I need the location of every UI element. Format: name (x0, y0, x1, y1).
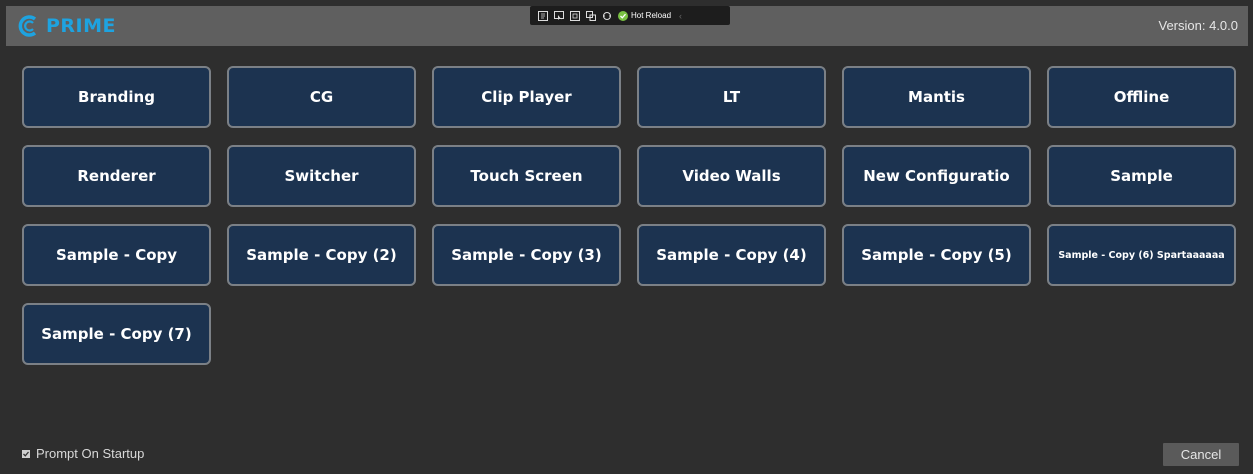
display-layout-adorners-icon[interactable] (570, 10, 580, 21)
hot-reload-check-icon (618, 10, 628, 21)
prompt-on-startup-label: Prompt On Startup (36, 446, 145, 461)
configuration-button[interactable]: Sample (1047, 145, 1236, 207)
hot-reload-label[interactable]: Hot Reload (631, 11, 671, 20)
configuration-button[interactable]: Video Walls (637, 145, 826, 207)
track-focused-element-icon[interactable] (586, 10, 596, 21)
configuration-button[interactable]: Sample - Copy (22, 224, 211, 286)
configuration-button[interactable]: Sample - Copy (4) (637, 224, 826, 286)
configuration-button[interactable]: Sample - Copy (7) (22, 303, 211, 365)
live-visual-tree-icon[interactable] (538, 10, 548, 21)
configuration-button[interactable]: Touch Screen (432, 145, 621, 207)
collapse-chevron-icon[interactable]: ‹ (679, 11, 682, 21)
binding-failures-icon[interactable] (602, 11, 612, 21)
logo-text: PRIME (46, 15, 117, 37)
configuration-button[interactable]: Branding (22, 66, 211, 128)
prime-logo-icon (18, 15, 37, 37)
prompt-on-startup[interactable]: Prompt On Startup (22, 446, 144, 461)
configuration-button[interactable]: LT (637, 66, 826, 128)
configuration-button[interactable]: Sample - Copy (6) Spartaaaaaa (1047, 224, 1236, 286)
configuration-button[interactable]: Mantis (842, 66, 1031, 128)
configuration-button[interactable]: Sample - Copy (2) (227, 224, 416, 286)
configuration-button[interactable]: Sample - Copy (3) (432, 224, 621, 286)
configuration-button[interactable]: Clip Player (432, 66, 621, 128)
configuration-button[interactable]: New Configuratio (842, 145, 1031, 207)
configuration-button[interactable]: Renderer (22, 145, 211, 207)
xaml-debug-toolbar: Hot Reload ‹ (530, 6, 730, 25)
configuration-button[interactable]: Offline (1047, 66, 1236, 128)
configuration-button[interactable]: CG (227, 66, 416, 128)
configuration-button[interactable]: Sample - Copy (5) (842, 224, 1031, 286)
version-label: Version: 4.0.0 (1158, 18, 1239, 33)
prompt-on-startup-checkbox[interactable] (22, 449, 30, 458)
cancel-button[interactable]: Cancel (1163, 443, 1239, 466)
prime-logo: PRIME (18, 10, 116, 42)
configuration-button[interactable]: Switcher (227, 145, 416, 207)
select-element-icon[interactable] (554, 10, 564, 21)
configuration-grid: Branding CG Clip Player LT Mantis Offline Rend… (22, 66, 1236, 365)
